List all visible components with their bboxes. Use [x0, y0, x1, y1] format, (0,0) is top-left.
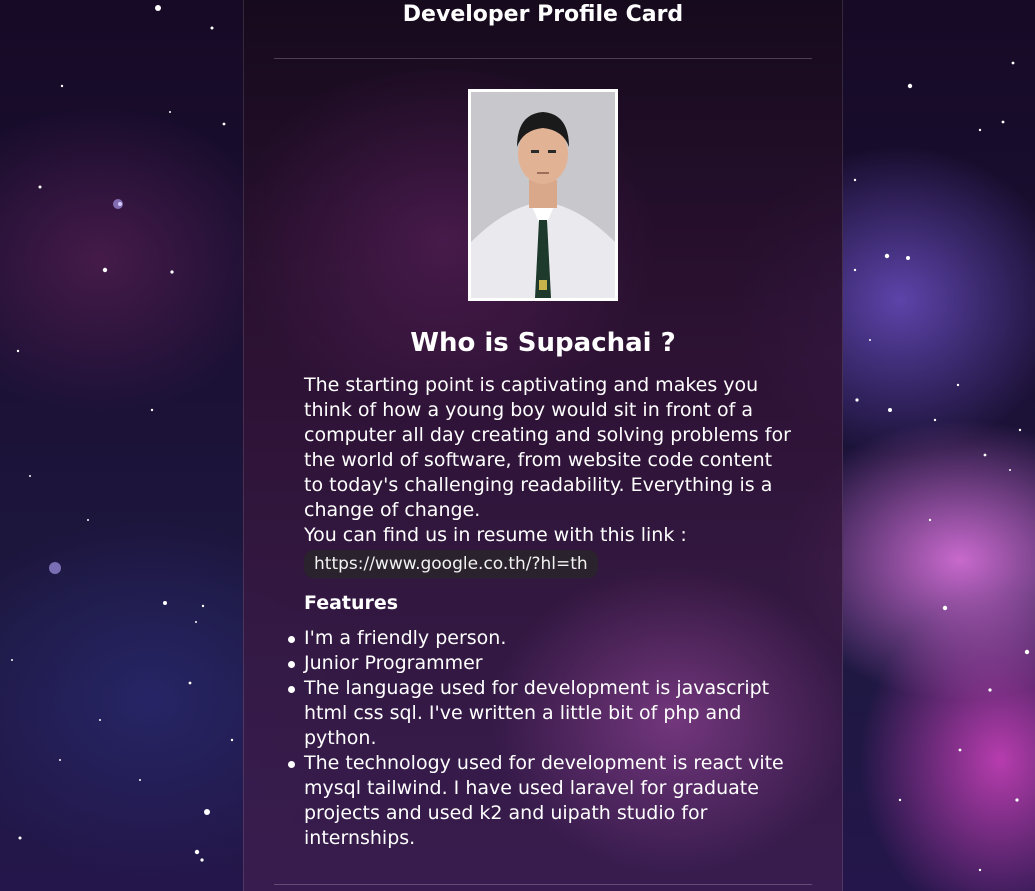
feature-item: I'm a friendly person. [288, 626, 794, 651]
resume-text: You can find us in resume with this link… [304, 524, 687, 546]
profile-photo-image [471, 92, 615, 298]
person-portrait-icon [471, 92, 615, 298]
profile-description: The starting point is captivating and ma… [304, 374, 791, 521]
feature-item: The technology used for development is r… [288, 751, 794, 851]
profile-content: The starting point is captivating and ma… [288, 373, 794, 851]
profile-photo [468, 89, 618, 301]
resume-link[interactable]: https://www.google.co.th/?hl=th [304, 550, 598, 578]
top-divider [274, 58, 812, 59]
bottom-divider [274, 884, 812, 885]
features-heading: Features [304, 592, 399, 614]
card-title: Developer Profile Card [402, 2, 684, 27]
feature-item: The language used for development is jav… [288, 676, 794, 751]
feature-item: Junior Programmer [288, 651, 794, 676]
features-list: I'm a friendly person. Junior Programmer… [288, 626, 794, 851]
profile-card: Developer Profile Card Who is Supachai ?… [243, 0, 843, 891]
profile-heading: Who is Supachai ? [410, 328, 676, 358]
